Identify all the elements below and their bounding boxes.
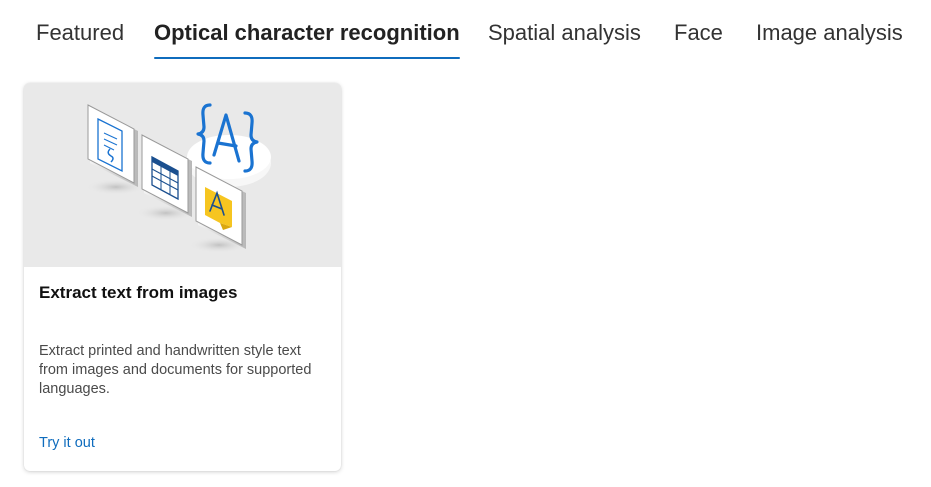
category-tabs: Featured Optical character recognition S…: [0, 0, 931, 60]
tab-label: Image analysis: [756, 20, 903, 45]
receipt-document-icon: [87, 104, 138, 187]
tab-label: Featured: [36, 20, 125, 45]
active-tab-indicator: [154, 57, 460, 59]
try-it-out-link[interactable]: Try it out: [39, 435, 95, 451]
tab-image-analysis[interactable]: Image analysis: [756, 18, 903, 59]
card-description: Extract printed and handwritten style te…: [39, 343, 312, 397]
tab-label: Face: [674, 20, 723, 45]
extract-text-card[interactable]: Extract text from images Extract printed…: [24, 83, 341, 471]
table-document-icon: [141, 134, 192, 217]
card-title: Extract text from images: [39, 283, 238, 302]
tab-optical-character-recognition[interactable]: Optical character recognition: [154, 18, 460, 59]
tab-label: Optical character recognition: [154, 20, 460, 45]
ocr-documents-illustration: [86, 103, 271, 253]
card-hero-image: [24, 83, 341, 267]
tab-face[interactable]: Face: [674, 18, 723, 59]
tab-label: Spatial analysis: [488, 20, 641, 45]
tab-featured[interactable]: Featured: [36, 18, 124, 59]
tab-spatial-analysis[interactable]: Spatial analysis: [488, 18, 641, 59]
